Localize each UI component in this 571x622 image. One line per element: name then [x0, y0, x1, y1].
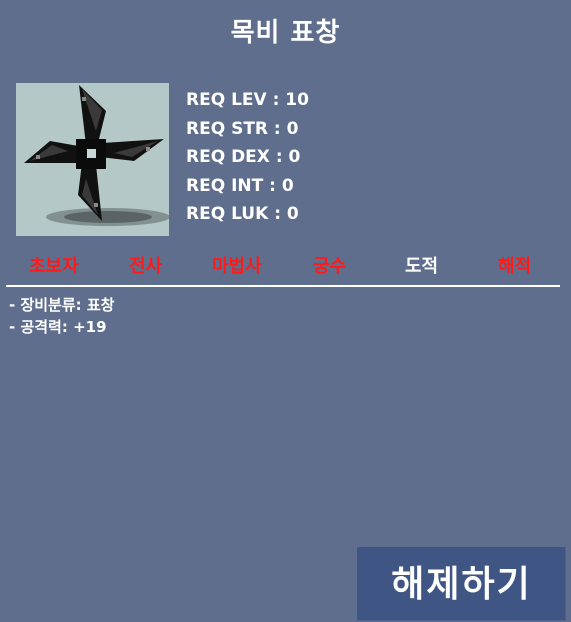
job-list: 초보자 전사 마법사 궁수 도적 해적 — [0, 252, 571, 280]
req-dex: REQ DEX : 0 — [186, 147, 301, 167]
divider — [6, 285, 560, 287]
job-warrior: 전사 — [129, 256, 163, 277]
requirement-list: REQ LEV : 10 REQ STR : 0 REQ DEX : 0 REQ… — [186, 86, 309, 229]
req-int: REQ INT : 0 — [186, 175, 294, 196]
item-tooltip-panel: 목비 표창 REQ LEV: 10 REQ STR: 0 REQ DEX:… — [0, 0, 571, 621]
description-category: - 장비분류: 표창 — [9, 296, 115, 314]
job-beginner: 초보자 — [29, 256, 79, 277]
req-str: REQ STR : 0 — [186, 118, 299, 139]
item-description: - 장비분류: 표창 - 공격력: +19 — [9, 294, 114, 338]
item-icon-frame — [16, 83, 169, 236]
throwing-star-icon — [24, 85, 169, 226]
req-level: REQ LEV : 10 — [186, 90, 309, 110]
job-archer: 궁수 — [313, 256, 347, 277]
job-thief: 도적 — [405, 256, 439, 277]
item-name: 목비 표창 — [230, 18, 341, 48]
description-attack: - 공격력: +19 — [9, 318, 107, 336]
req-luk: REQ LUK : 0 — [186, 204, 299, 224]
unequip-button[interactable]: 해제하기 — [357, 547, 566, 621]
job-magician: 마법사 — [212, 256, 262, 277]
job-pirate: 해적 — [498, 256, 532, 277]
